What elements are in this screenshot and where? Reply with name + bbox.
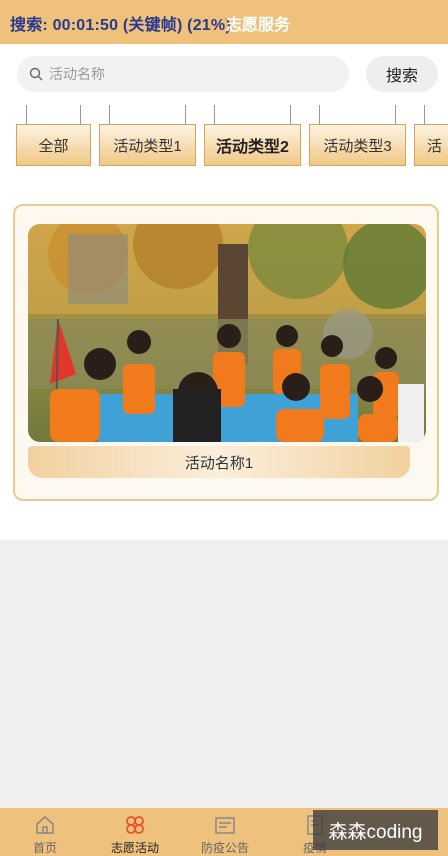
nav-label: 志愿活动 [110,841,159,855]
nav-label: 防疫公告 [200,841,249,855]
search-button[interactable]: 搜索 [366,56,438,92]
tab-all[interactable]: 全部 [16,105,91,166]
tab-label: 活动类型3 [323,137,392,155]
tab-type-1[interactable]: 活动类型1 [99,105,196,166]
tab-type-3[interactable]: 活动类型3 [309,105,406,166]
category-tabs: 全部 活动类型1 活动类型2 活动类型3 活 [0,104,448,166]
nav-item-home[interactable]: 首页 [0,808,90,856]
search-box[interactable] [17,56,349,92]
watermark: 森森coding [313,810,438,850]
activity-photo[interactable] [28,224,426,442]
activity-name[interactable]: 活动名称1 [28,446,410,478]
tab-type-more[interactable]: 活 [414,105,448,166]
tab-label: 全部 [38,137,69,155]
search-icon [29,67,43,81]
activity-icon [126,816,144,834]
top-bar: 搜索: 00:01:50 (关键帧) (21%) 志愿服务 [0,0,448,44]
nav-label: 首页 [32,841,57,855]
nav-item-activity[interactable]: 志愿活动 [90,808,180,856]
search-input[interactable] [49,56,339,92]
notice-icon [215,817,235,834]
nav-item-notice[interactable]: 防疫公告 [180,808,270,856]
activity-card[interactable]: 活动名称1 [13,204,439,501]
tab-label: 活 [427,137,443,155]
main-content: 搜索 全部 活动类型1 活动类型2 活动类型3 活 [0,44,448,540]
video-overlay-text: 搜索: 00:01:50 (关键帧) (21%) [10,17,231,34]
page-title: 志愿服务 [226,17,291,34]
tab-label: 活动类型2 [216,139,289,156]
tab-type-2[interactable]: 活动类型2 [204,105,301,166]
tab-label: 活动类型1 [113,137,182,155]
home-icon [36,816,54,834]
